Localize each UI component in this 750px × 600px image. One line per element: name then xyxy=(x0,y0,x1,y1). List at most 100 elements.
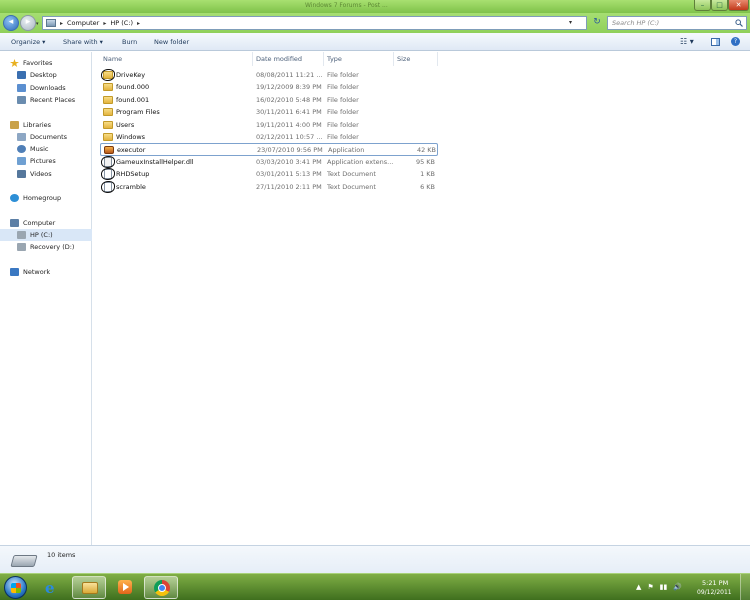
sidebar-item-computer[interactable]: Computer xyxy=(0,217,92,229)
file-name: Program Files xyxy=(116,108,160,117)
file-name: scramble xyxy=(116,182,146,191)
sidebar-item-pictures[interactable]: Pictures xyxy=(0,155,92,167)
breadcrumb-separator[interactable]: ▸ xyxy=(60,20,63,27)
close-button[interactable]: ✕ xyxy=(728,0,749,11)
breadcrumb-hp-c[interactable]: HP (C:) xyxy=(110,19,133,27)
column-header-type[interactable]: Type xyxy=(324,52,394,66)
sidebar-item-label: Pictures xyxy=(30,157,56,165)
taskbar-windows-explorer[interactable] xyxy=(72,576,106,599)
forward-button[interactable]: ▸ xyxy=(20,15,36,31)
file-name: executor xyxy=(117,146,146,155)
file-date: 16/02/2010 5:48 PM xyxy=(256,95,322,104)
computer-icon xyxy=(10,219,19,227)
sidebar-item-recent-places[interactable]: Recent Places xyxy=(0,94,92,106)
recent-pages-dropdown[interactable]: ▾ xyxy=(36,21,39,27)
sidebar-item-hp-c[interactable]: HP (C:) xyxy=(0,229,92,241)
file-size: 1 KB xyxy=(420,170,435,179)
sidebar-item-music[interactable]: Music xyxy=(0,143,92,155)
sidebar-item-recovery-d[interactable]: Recovery (D:) xyxy=(0,241,92,253)
organize-button[interactable]: Organize ▾ xyxy=(11,38,45,46)
sidebar-item-network[interactable]: Network xyxy=(0,266,92,278)
breadcrumb-separator[interactable]: ▸ xyxy=(137,20,140,27)
show-hidden-icons-button[interactable]: ▲ xyxy=(636,583,641,591)
file-type: File folder xyxy=(327,108,359,117)
file-row[interactable]: found.001 16/02/2010 5:48 PM File folder xyxy=(100,94,438,106)
file-row[interactable]: Users 19/11/2011 4:00 PM File folder xyxy=(100,119,438,131)
sidebar-item-favorites[interactable]: Favorites xyxy=(0,57,92,69)
column-header-size[interactable]: Size xyxy=(394,52,438,66)
clock-time[interactable]: 5:21 PM xyxy=(702,579,728,587)
scribble-annotation xyxy=(101,69,115,81)
action-center-icon[interactable]: ⚑ xyxy=(647,583,653,591)
sidebar-item-label: HP (C:) xyxy=(30,231,53,239)
sidebar-item-desktop[interactable]: Desktop xyxy=(0,69,92,81)
search-icon[interactable] xyxy=(735,19,743,27)
sidebar-item-homegroup[interactable]: Homegroup xyxy=(0,192,92,204)
file-row[interactable]: GameuxInstallHelper.dll 03/03/2010 3:41 … xyxy=(100,155,438,168)
notification-area: ▲ ⚑ ▮▮ 🔊 xyxy=(636,583,682,591)
column-header-name[interactable]: Name xyxy=(100,52,253,66)
new-folder-button[interactable]: New folder xyxy=(154,38,189,46)
desktop-icon xyxy=(17,71,26,79)
address-dropdown[interactable]: ▾ xyxy=(569,19,572,26)
command-bar: Organize ▾ Share with ▾ Burn New folder … xyxy=(0,33,750,51)
address-row: ◂ ▸ ▾ ▸ Computer ▸ HP (C:) ▸ ▾ ↻ Search … xyxy=(0,13,750,33)
sidebar-item-documents[interactable]: Documents xyxy=(0,131,92,143)
libraries-icon xyxy=(10,121,19,129)
taskbar-media-player[interactable] xyxy=(108,576,142,599)
maximize-button[interactable]: □ xyxy=(711,0,728,11)
folder-icon xyxy=(103,95,113,104)
file-row[interactable]: Windows 02/12/2011 10:57 ... File folder xyxy=(100,131,438,143)
start-button[interactable] xyxy=(4,576,27,599)
sidebar-item-label: Network xyxy=(23,268,51,276)
file-row[interactable]: scramble 27/11/2010 2:11 PM Text Documen… xyxy=(100,180,438,193)
share-with-button[interactable]: Share with ▾ xyxy=(63,38,103,46)
breadcrumb-separator[interactable]: ▸ xyxy=(103,20,106,27)
minimize-button[interactable]: – xyxy=(694,0,711,11)
file-type: File folder xyxy=(327,83,359,92)
file-date: 19/11/2011 4:00 PM xyxy=(256,120,322,129)
file-type: File folder xyxy=(327,120,359,129)
column-header-date-modified[interactable]: Date modified xyxy=(253,52,324,66)
sidebar-item-label: Recent Places xyxy=(30,96,76,104)
drive-icon xyxy=(17,243,26,251)
network-status-icon[interactable]: ▮▮ xyxy=(660,583,668,591)
address-bar[interactable]: ▸ Computer ▸ HP (C:) ▸ ▾ xyxy=(42,16,587,30)
search-input[interactable]: Search HP (C:) xyxy=(607,16,747,30)
clock-date[interactable]: 09/12/2011 xyxy=(697,589,732,596)
taskbar-chrome[interactable] xyxy=(144,576,178,599)
breadcrumb-computer[interactable]: Computer xyxy=(67,19,99,27)
sidebar-item-label: Videos xyxy=(30,170,52,178)
folder-icon xyxy=(103,108,113,117)
file-name: RHDSetup xyxy=(116,170,150,179)
drive-icon xyxy=(10,555,38,567)
file-row[interactable]: DriveKey 08/08/2011 11:21 ... File folde… xyxy=(100,69,438,81)
sidebar-item-libraries[interactable]: Libraries xyxy=(0,119,92,131)
show-desktop-button[interactable] xyxy=(740,574,750,600)
file-row[interactable]: RHDSetup 03/01/2011 5:13 PM Text Documen… xyxy=(100,168,438,181)
item-count: 10 items xyxy=(47,551,76,559)
chrome-icon xyxy=(154,580,170,596)
file-date: 27/11/2010 2:11 PM xyxy=(256,182,322,191)
burn-button[interactable]: Burn xyxy=(122,38,137,46)
file-type: File folder xyxy=(327,133,359,141)
help-button[interactable]: ? xyxy=(731,37,740,46)
music-icon xyxy=(17,145,26,153)
sidebar-item-downloads[interactable]: Downloads xyxy=(0,82,92,94)
preview-pane-icon[interactable] xyxy=(711,38,720,46)
sidebar-item-videos[interactable]: Videos xyxy=(0,168,92,180)
computer-icon xyxy=(46,19,56,27)
file-row[interactable]: Program Files 30/11/2011 6:41 PM File fo… xyxy=(100,106,438,118)
back-button[interactable]: ◂ xyxy=(3,15,19,31)
downloads-icon xyxy=(17,84,26,92)
file-row[interactable]: found.000 19/12/2009 8:39 PM File folder xyxy=(100,81,438,93)
recent-places-icon xyxy=(17,96,26,104)
taskbar-internet-explorer[interactable]: e xyxy=(36,576,70,599)
file-row[interactable]: executor 23/07/2010 9:56 PM Application … xyxy=(100,143,438,156)
volume-icon[interactable]: 🔊 xyxy=(673,583,682,591)
change-view-button[interactable]: ☷ ▾ xyxy=(680,37,694,46)
file-size: 6 KB xyxy=(420,182,435,191)
file-date: 02/12/2011 10:57 ... xyxy=(256,133,323,141)
refresh-button[interactable]: ↻ xyxy=(591,17,603,29)
file-date: 30/11/2011 6:41 PM xyxy=(256,108,322,117)
